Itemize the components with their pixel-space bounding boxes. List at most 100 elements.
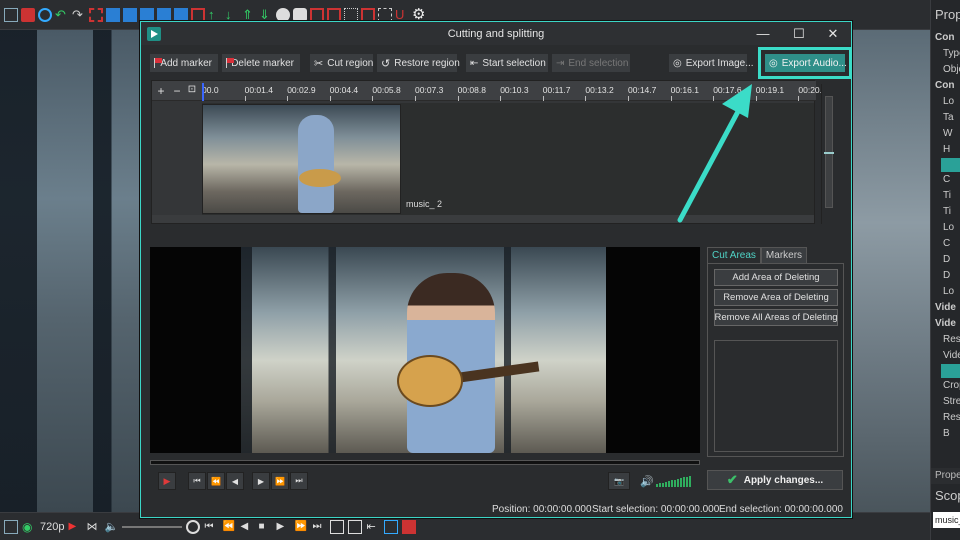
properties-row[interactable]: H xyxy=(931,142,960,158)
properties-row[interactable]: Resi xyxy=(931,332,960,348)
properties-row[interactable]: Lo xyxy=(931,284,960,300)
skip-start-button[interactable]: ⏮ xyxy=(188,472,206,490)
rewind-icon[interactable]: ⏪ xyxy=(222,520,236,534)
forward-button[interactable]: ⏩ xyxy=(271,472,289,490)
align-center-icon[interactable] xyxy=(123,7,137,22)
rewind-button[interactable]: ⏪ xyxy=(207,472,225,490)
stretch-icon[interactable] xyxy=(191,7,205,22)
dialog-titlebar[interactable]: Cutting and splitting — ☐ ✕ xyxy=(141,22,851,45)
timeline[interactable]: + − ⊡ 00.0 00:01.4 00:02.9 00:04.4 00:05.8 00… xyxy=(151,80,827,224)
playhead[interactable] xyxy=(202,83,204,101)
send-back-icon[interactable]: ⇓ xyxy=(259,7,273,22)
start-selection-button[interactable]: ⇤ Start selection xyxy=(465,53,549,73)
volume-slider[interactable] xyxy=(122,525,183,528)
export-audio-button[interactable]: ◎ Export Audio... xyxy=(764,53,847,73)
properties-row[interactable]: C xyxy=(931,236,960,252)
properties-row[interactable]: Con xyxy=(931,30,960,46)
timeline-ruler[interactable]: + − ⊡ 00.0 00:01.4 00:02.9 00:04.4 00:05.8 00… xyxy=(152,81,827,101)
split-icon[interactable]: ⋈ xyxy=(86,520,100,534)
properties-row[interactable]: Vide xyxy=(931,316,960,332)
minimize-button[interactable]: — xyxy=(745,22,781,45)
properties-row[interactable]: D xyxy=(931,252,960,268)
grid-icon[interactable] xyxy=(344,7,358,22)
circle-icon[interactable] xyxy=(38,7,52,22)
redo-icon[interactable]: ↷ xyxy=(72,7,86,22)
properties-row[interactable]: Resi xyxy=(931,410,960,426)
crop-clip-icon[interactable] xyxy=(384,519,399,534)
stop-icon[interactable]: ■ xyxy=(258,520,272,534)
skip-end-button[interactable]: ⏭ xyxy=(290,472,308,490)
bring-front-icon[interactable]: ⇑ xyxy=(242,7,256,22)
preview-eye-icon[interactable]: ◉ xyxy=(22,520,36,534)
play-icon[interactable]: ▶ xyxy=(276,520,290,534)
trim-icon[interactable]: ⇤ xyxy=(366,520,380,534)
move-up-icon[interactable]: ↑ xyxy=(208,7,222,22)
properties-row[interactable]: Ta xyxy=(931,110,960,126)
forward-icon[interactable]: ⏩ xyxy=(294,520,308,534)
properties-row[interactable]: Lo xyxy=(931,220,960,236)
properties-row[interactable]: Con xyxy=(931,78,960,94)
properties-row[interactable] xyxy=(941,364,960,378)
properties-row[interactable]: W xyxy=(931,126,960,142)
skip-start-icon[interactable]: ⏮ xyxy=(204,520,218,534)
gear-icon[interactable]: ⚙ xyxy=(412,7,426,22)
step-back-icon[interactable]: ◀ xyxy=(240,520,254,534)
align-top-icon[interactable] xyxy=(157,7,171,22)
properties-row[interactable]: Vide xyxy=(931,348,960,364)
properties-row[interactable]: Ti xyxy=(931,204,960,220)
distribute-icon[interactable] xyxy=(174,7,188,22)
undo-icon[interactable]: ↶ xyxy=(55,7,69,22)
crop-icon[interactable] xyxy=(361,7,375,22)
cut-region-button[interactable]: ✂ Cut region xyxy=(309,53,374,73)
properties-row[interactable]: Crop xyxy=(931,378,960,394)
properties-row[interactable]: Stre xyxy=(931,394,960,410)
resize-icon[interactable] xyxy=(378,7,392,22)
shape-menu-icon[interactable] xyxy=(293,7,307,22)
properties-row[interactable]: Vide xyxy=(931,300,960,316)
seek-bar[interactable] xyxy=(150,460,700,465)
layout-icon[interactable] xyxy=(4,519,18,534)
snapshot-button[interactable]: 📷 xyxy=(608,472,630,490)
export-image-button[interactable]: ◎ Export Image... xyxy=(668,53,754,73)
properties-tab[interactable]: Prope xyxy=(931,468,960,484)
properties-row[interactable]: Obje xyxy=(931,62,960,78)
properties-row[interactable]: B xyxy=(931,426,960,442)
delete-marker-button[interactable]: Delete marker xyxy=(221,53,301,73)
video-track[interactable]: music_ 2 xyxy=(202,103,814,215)
clock-icon[interactable] xyxy=(186,519,201,534)
tab-markers[interactable]: Markers xyxy=(760,247,808,263)
select-icon[interactable] xyxy=(89,7,103,22)
speaker-icon[interactable]: 🔊 xyxy=(640,475,654,488)
play-red-button[interactable]: ▶ xyxy=(158,472,176,490)
properties-row[interactable]: Lo xyxy=(931,94,960,110)
ungroup-icon[interactable] xyxy=(327,7,341,22)
tab-cut-areas[interactable]: Cut Areas xyxy=(707,247,761,263)
properties-row[interactable]: D xyxy=(931,268,960,284)
properties-row[interactable]: Type xyxy=(931,46,960,62)
remove-all-areas-button[interactable]: Remove All Areas of Deleting xyxy=(714,309,838,326)
properties-row[interactable]: C xyxy=(931,172,960,188)
close-button[interactable]: ✕ xyxy=(815,22,851,45)
timeline-vertical-scrollbar[interactable] xyxy=(821,84,835,224)
scope-item[interactable]: music_ xyxy=(933,512,960,528)
magnet-icon[interactable]: U xyxy=(395,7,409,22)
properties-row[interactable]: Ti xyxy=(931,188,960,204)
add-area-button[interactable]: Add Area of Deleting xyxy=(714,269,838,286)
copy-icon[interactable] xyxy=(4,7,18,22)
align-right-icon[interactable] xyxy=(140,7,154,22)
timeline-horizontal-scrollbar[interactable] xyxy=(152,215,814,223)
zoom-out-icon[interactable]: − xyxy=(170,84,184,98)
areas-list[interactable] xyxy=(714,340,838,452)
volume-meter[interactable] xyxy=(656,475,691,487)
move-down-icon[interactable]: ↓ xyxy=(225,7,239,22)
restore-region-button[interactable]: ↺ Restore region xyxy=(376,53,460,73)
step-back-button[interactable]: ◀ xyxy=(226,472,244,490)
align-left-icon[interactable] xyxy=(106,7,120,22)
play-red-icon[interactable]: ▶ xyxy=(68,520,82,534)
delete-icon[interactable] xyxy=(21,7,35,22)
resolution-select[interactable]: 720p xyxy=(40,521,64,533)
speaker-icon[interactable]: 🔈 xyxy=(104,520,118,534)
step-forward-button[interactable]: ▶ xyxy=(252,472,270,490)
film-icon[interactable] xyxy=(330,519,345,534)
zoom-fit-icon[interactable]: ⊡ xyxy=(185,84,199,95)
